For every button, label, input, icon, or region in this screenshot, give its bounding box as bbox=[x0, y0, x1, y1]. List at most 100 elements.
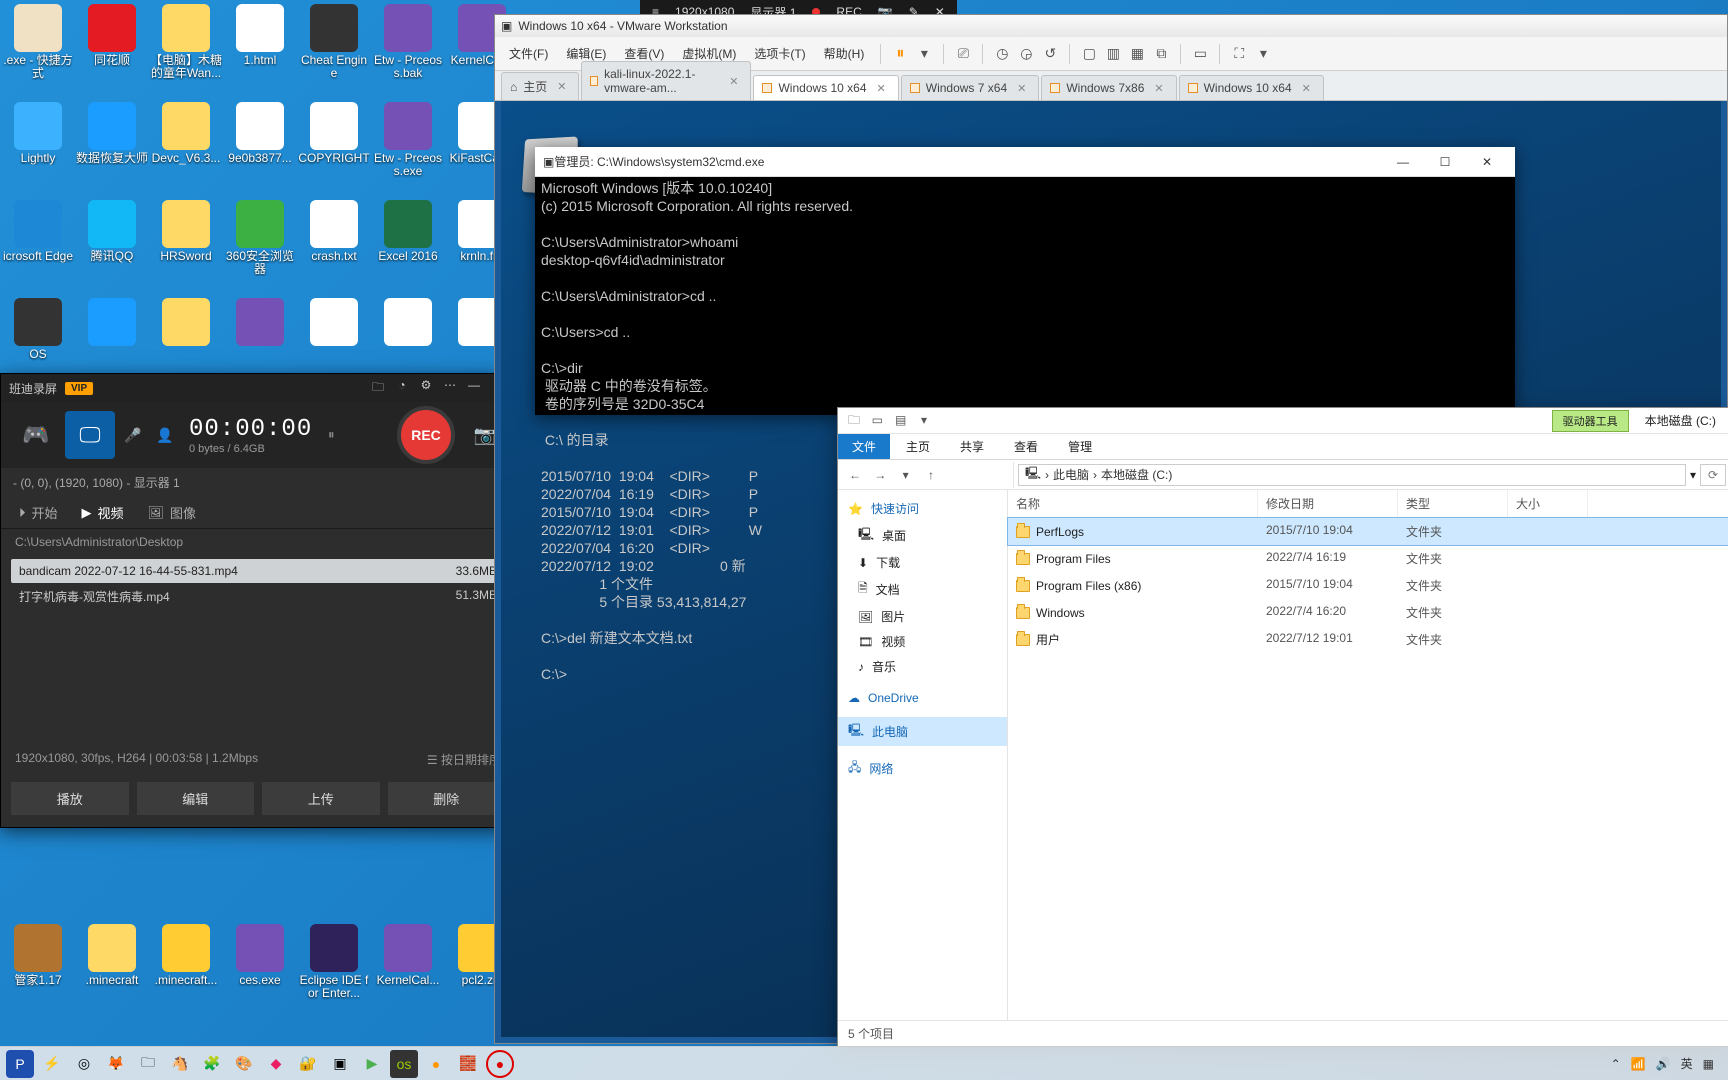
sort-button[interactable]: ☰ 按日期排序 bbox=[427, 751, 501, 768]
vm-tab[interactable]: Windows 10 x64✕ bbox=[753, 75, 898, 100]
desktop-icon[interactable]: Lightly bbox=[2, 100, 74, 196]
nav-desktop[interactable]: 🖳桌面 bbox=[838, 521, 1007, 550]
upload-button[interactable]: 上传 bbox=[262, 782, 380, 815]
file-row[interactable]: 打字机病毒-观赏性病毒.mp451.3MB bbox=[11, 583, 505, 610]
guest-desktop[interactable]: ▣ 管理员: C:\Windows\system32\cmd.exe — ☐ ✕… bbox=[501, 101, 1721, 1037]
task-icon[interactable]: ● bbox=[422, 1050, 450, 1078]
task-icon[interactable]: 🧱 bbox=[454, 1050, 482, 1078]
desktop-icon[interactable]: HRSword bbox=[150, 198, 222, 294]
desktop-icon[interactable]: crash.txt bbox=[298, 198, 370, 294]
delete-button[interactable]: 删除 bbox=[388, 782, 506, 815]
layout2-icon[interactable]: ▥ bbox=[1102, 43, 1124, 65]
desktop-icon[interactable]: 1.html bbox=[224, 2, 296, 98]
nav-quick[interactable]: ⭐快速访问 bbox=[838, 496, 1007, 521]
menu-item[interactable]: 帮助(H) bbox=[816, 42, 873, 65]
nav-network[interactable]: 🖧网络 bbox=[838, 754, 1007, 783]
task-icon[interactable]: 🗀 bbox=[134, 1050, 162, 1078]
chevron-down-icon[interactable]: ▾ bbox=[895, 468, 917, 482]
desktop-icon[interactable]: 数据恢复大师 bbox=[76, 100, 148, 196]
output-path[interactable]: C:\Users\Administrator\Desktop bbox=[1, 529, 515, 555]
minimize-icon[interactable]: — bbox=[1383, 153, 1423, 171]
console-icon[interactable]: ▭ bbox=[1189, 43, 1211, 65]
task-icon[interactable]: 🐴 bbox=[166, 1050, 194, 1078]
nav-pics[interactable]: 🖼图片 bbox=[838, 604, 1007, 629]
volume-icon[interactable]: 🔊 bbox=[1656, 1057, 1671, 1071]
bandicam-titlebar[interactable]: 班迪录屏 VIP 🗀 ◔ ⚙ ⋯ — ✕ bbox=[1, 374, 515, 402]
desktop-icon[interactable]: Devc_V6.3... bbox=[150, 100, 222, 196]
desktop-icon[interactable]: .minecraft bbox=[76, 922, 148, 1018]
desktop-icon[interactable]: Etw - Prceoss.exe bbox=[372, 100, 444, 196]
vm-tab[interactable]: kali-linux-2022.1-vmware-am...✕ bbox=[581, 61, 751, 100]
chevron-down-icon[interactable]: ▾ bbox=[913, 43, 935, 65]
task-icon[interactable]: ⚡ bbox=[38, 1050, 66, 1078]
nav-docs[interactable]: 🗎文档 bbox=[838, 575, 1007, 604]
breadcrumb[interactable]: 🖳 ›此电脑 ›本地磁盘 (C:) bbox=[1018, 464, 1686, 486]
play-button[interactable]: 播放 bbox=[11, 782, 129, 815]
desktop-icon[interactable]: 9e0b3877... bbox=[224, 100, 296, 196]
ribbon-home[interactable]: 主页 bbox=[892, 434, 944, 459]
close-icon[interactable]: ✕ bbox=[729, 75, 738, 88]
close-icon[interactable]: ✕ bbox=[557, 80, 566, 93]
more-icon[interactable]: ⋯ bbox=[441, 378, 459, 399]
close-icon[interactable]: ✕ bbox=[1467, 153, 1507, 171]
vm-tab[interactable]: Windows 7 x64✕ bbox=[901, 75, 1040, 100]
nav-videos[interactable]: 🎞视频 bbox=[838, 629, 1007, 654]
clock-icon[interactable]: ◔ bbox=[393, 378, 411, 399]
cmd-titlebar[interactable]: ▣ 管理员: C:\Windows\system32\cmd.exe — ☐ ✕ bbox=[535, 147, 1515, 177]
desktop-icon[interactable]: .minecraft... bbox=[150, 922, 222, 1018]
snapshot-manage-icon[interactable]: ◶ bbox=[1015, 43, 1037, 65]
task-icon[interactable]: ◆ bbox=[262, 1050, 290, 1078]
desktop-icon[interactable]: 同花顺 bbox=[76, 2, 148, 98]
task-icon[interactable]: os bbox=[390, 1050, 418, 1078]
menu-item[interactable]: 选项卡(T) bbox=[746, 42, 813, 65]
props-icon[interactable]: ▤ bbox=[891, 410, 911, 430]
layout1-icon[interactable]: ▢ bbox=[1078, 43, 1100, 65]
ribbon-share[interactable]: 共享 bbox=[946, 434, 998, 459]
vm-tab[interactable]: Windows 7x86✕ bbox=[1041, 75, 1176, 100]
nav-onedrive[interactable]: ☁OneDrive bbox=[838, 687, 1007, 709]
chevron-down-icon[interactable]: ▾ bbox=[1690, 468, 1696, 482]
minimize-icon[interactable]: — bbox=[465, 378, 483, 399]
vm-tab[interactable]: Windows 10 x64✕ bbox=[1179, 75, 1324, 100]
task-icon[interactable]: 🔐 bbox=[294, 1050, 322, 1078]
refresh-icon[interactable]: ⟳ bbox=[1700, 464, 1726, 486]
game-mode-icon[interactable]: 🎮 bbox=[11, 411, 61, 459]
tab-start[interactable]: ⏵开始 bbox=[19, 503, 58, 522]
start-icon[interactable]: P bbox=[6, 1050, 34, 1078]
chevron-down-icon[interactable]: ▾ bbox=[1252, 43, 1274, 65]
folder-row[interactable]: Program Files2022/7/4 16:19文件夹 bbox=[1008, 545, 1728, 572]
ime-tile-icon[interactable]: ▦ bbox=[1703, 1057, 1714, 1071]
close-icon[interactable]: ✕ bbox=[1302, 82, 1311, 95]
folder-row[interactable]: Windows2022/7/4 16:20文件夹 bbox=[1008, 599, 1728, 626]
nav-download[interactable]: ⬇下载 bbox=[838, 550, 1007, 575]
nav-thispc[interactable]: 🖳此电脑 bbox=[838, 717, 1007, 746]
ribbon-manage[interactable]: 管理 bbox=[1054, 434, 1106, 459]
desktop-icon[interactable]: Excel 2016 bbox=[372, 198, 444, 294]
desktop-icon[interactable]: 360安全浏览器 bbox=[224, 198, 296, 294]
contextual-tab[interactable]: 驱动器工具 bbox=[1552, 410, 1629, 432]
task-icon[interactable]: ◎ bbox=[70, 1050, 98, 1078]
webcam-icon[interactable]: 👤 bbox=[151, 411, 179, 459]
close-icon[interactable]: ✕ bbox=[1017, 82, 1026, 95]
ime-label[interactable]: 英 bbox=[1681, 1055, 1693, 1072]
pin-icon[interactable]: ▭ bbox=[867, 410, 887, 430]
gear-icon[interactable]: ⚙ bbox=[417, 378, 435, 399]
chevron-down-icon[interactable]: ▾ bbox=[914, 410, 934, 430]
layout3-icon[interactable]: ▦ bbox=[1126, 43, 1148, 65]
desktop-icon[interactable]: Eclipse IDE for Enter... bbox=[298, 922, 370, 1018]
desktop-icon[interactable]: 管家1.17 bbox=[2, 922, 74, 1018]
desktop-icon[interactable]: icrosoft Edge bbox=[2, 198, 74, 294]
wifi-icon[interactable]: 📶 bbox=[1631, 1057, 1646, 1071]
close-icon[interactable]: ✕ bbox=[877, 82, 886, 95]
ribbon-file[interactable]: 文件 bbox=[838, 434, 890, 459]
revert-icon[interactable]: ↺ bbox=[1039, 43, 1061, 65]
fullscreen-icon[interactable]: ⛶ bbox=[1228, 43, 1250, 65]
task-icon[interactable]: ▶ bbox=[358, 1050, 386, 1078]
tab-image[interactable]: 🖼图像 bbox=[148, 503, 197, 522]
forward-icon[interactable]: → bbox=[869, 468, 891, 482]
desktop-icon[interactable]: COPYRIGHT bbox=[298, 100, 370, 196]
record-button[interactable]: REC bbox=[397, 406, 455, 464]
vmware-titlebar[interactable]: ▣ Windows 10 x64 - VMware Workstation bbox=[495, 15, 1727, 37]
task-icon[interactable]: 🎨 bbox=[230, 1050, 258, 1078]
system-tray[interactable]: ⌃ 📶 🔊 英 ▦ bbox=[1611, 1055, 1722, 1072]
